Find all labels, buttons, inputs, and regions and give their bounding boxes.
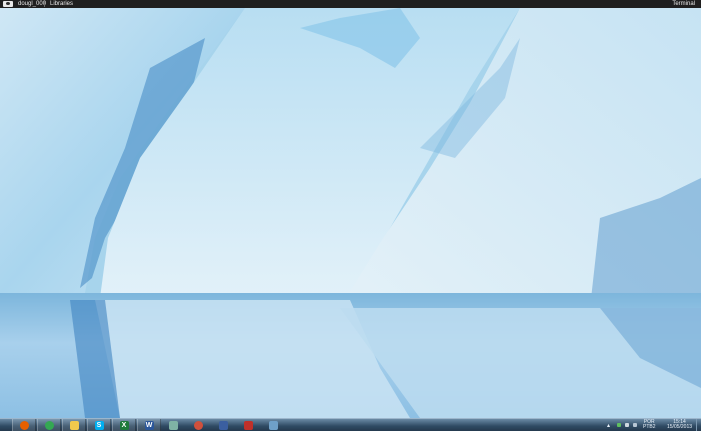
skype-icon: S [94,420,104,430]
file-explorer-icon [69,420,79,430]
terminal-link[interactable]: Terminal [672,0,695,8]
chrome-icon [44,420,54,430]
firefox-icon [19,420,29,430]
topbar-divider [44,1,45,7]
taskbar-app-excel[interactable]: X [112,419,136,431]
taskbar-app-app-window[interactable] [262,419,284,431]
taskbar-app-skype[interactable]: S [87,419,111,431]
taskbar-app-app-green[interactable] [162,419,184,431]
input-language[interactable]: POR PTB2 [643,420,656,430]
desktop-wallpaper[interactable] [0,8,701,418]
clock[interactable]: 15:14 15/05/2013 [667,420,692,430]
taskbar-app-app-red[interactable] [237,419,259,431]
taskbar-app-app-blue[interactable] [212,419,234,431]
taskbar-app-app-arc[interactable] [187,419,209,431]
libraries-link[interactable]: Libraries [50,0,73,8]
language-layout: PTB2 [643,424,656,430]
system-tray: ▴ POR PTB2 15:14 15/05/2013 [601,419,701,431]
app-green-icon [168,420,178,430]
taskbar-app-chrome[interactable] [37,419,61,431]
top-bar: dougl_000 Libraries Terminal [0,0,701,8]
user-name-label[interactable]: dougl_000 [18,0,46,8]
taskbar-app-word[interactable]: W [137,419,161,431]
taskbar-app-firefox[interactable] [12,419,36,431]
flag-icon[interactable] [625,423,629,427]
app-arc-icon [193,420,203,430]
excel-icon: X [119,420,129,430]
glacier-image [0,8,701,418]
show-desktop-button[interactable] [696,419,701,431]
show-hidden-icons-icon[interactable]: ▴ [607,422,610,429]
taskbar-app-file-explorer[interactable] [62,419,86,431]
taskbar: S X W ▴ POR PTB2 15:14 15/05/2013 [0,418,701,431]
volume-icon[interactable] [633,423,637,427]
app-red-icon [243,420,253,430]
start-button[interactable] [1,0,15,8]
word-icon: W [144,420,154,430]
app-window-icon [268,420,278,430]
user-icon [3,1,13,7]
app-blue-icon [218,420,228,430]
network-icon[interactable] [617,423,621,427]
clock-date: 15/05/2013 [667,424,693,430]
